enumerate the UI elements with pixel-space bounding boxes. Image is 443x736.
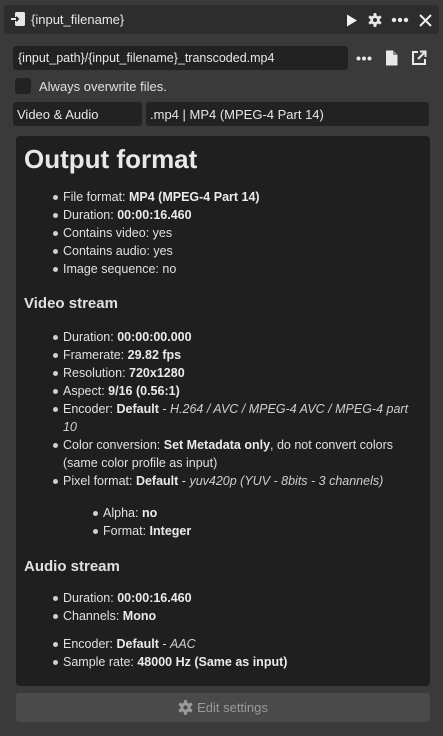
output-info-panel: Output format File format: MP4 (MPEG-4 P… [16,136,430,686]
gear-icon [368,13,382,27]
list-item: Color conversion: Set Metadata only, do … [53,436,424,472]
title-bar: {input_filename} [4,5,439,34]
list-item: Pixel format: Default - yuv420p (YUV - 8… [53,472,424,490]
pixel-format-details: Alpha: no Format: Integer [24,504,424,540]
close-icon [418,13,432,27]
open-external-button[interactable] [409,48,429,68]
list-item: Contains video: yes [53,224,424,242]
play-button[interactable] [342,10,362,30]
audio-stream-list: Duration: 00:00:16.460 Channels: Mono En… [24,589,424,671]
gear-icon [178,700,193,715]
preset-value: Video & Audio [17,107,99,122]
node-title: {input_filename} [31,12,125,27]
output-format-list: File format: MP4 (MPEG-4 Part 14) Durati… [24,188,424,278]
preset-select[interactable]: Video & Audio [13,102,142,126]
list-item: Duration: 00:00:16.460 [53,206,424,224]
list-item: Channels: Mono [53,607,424,625]
list-item: Sample rate: 48000 Hz (Same as input) [53,653,424,671]
close-button[interactable] [415,10,435,30]
container-select[interactable]: .mp4 | MP4 (MPEG-4 Part 14) [146,102,429,126]
list-item: Contains audio: yes [53,242,424,260]
output-format-heading: Output format [24,144,198,174]
list-item: Duration: 00:00:16.460 [53,589,424,607]
edit-settings-button[interactable]: Edit settings [16,693,430,722]
output-path-field[interactable]: {input_path}/{input_filename}_transcoded… [13,46,348,70]
input-node-icon [10,11,26,27]
container-value: .mp4 | MP4 (MPEG-4 Part 14) [150,107,324,122]
overwrite-checkbox[interactable] [15,78,31,94]
video-stream-heading: Video stream [24,295,118,312]
list-item: Resolution: 720x1280 [53,364,424,382]
file-icon [385,50,397,66]
settings-button[interactable] [365,10,385,30]
browse-button[interactable] [354,48,374,68]
open-external-icon [412,50,427,65]
list-item: Encoder: Default - H.264 / AVC / MPEG-4 … [53,400,424,436]
more-options-button[interactable] [390,10,410,30]
file-button[interactable] [381,48,401,68]
overwrite-label: Always overwrite files. [39,79,167,94]
play-icon [347,14,357,26]
list-item: Duration: 00:00:00.000 [53,328,424,346]
list-item: Image sequence: no [53,260,424,278]
audio-stream-heading: Audio stream [24,558,120,575]
list-item: Format: Integer [93,522,424,540]
output-path-value: {input_path}/{input_filename}_transcoded… [18,51,275,65]
list-item: Alpha: no [93,504,424,522]
more-icon [391,17,409,23]
more-icon [356,56,372,60]
video-stream-list: Duration: 00:00:00.000 Framerate: 29.82 … [24,328,424,490]
edit-settings-label: Edit settings [197,700,268,715]
list-item: File format: MP4 (MPEG-4 Part 14) [53,188,424,206]
list-item: Encoder: Default - AAC [53,635,424,653]
list-item: Framerate: 29.82 fps [53,346,424,364]
list-item: Aspect: 9/16 (0.56:1) [53,382,424,400]
